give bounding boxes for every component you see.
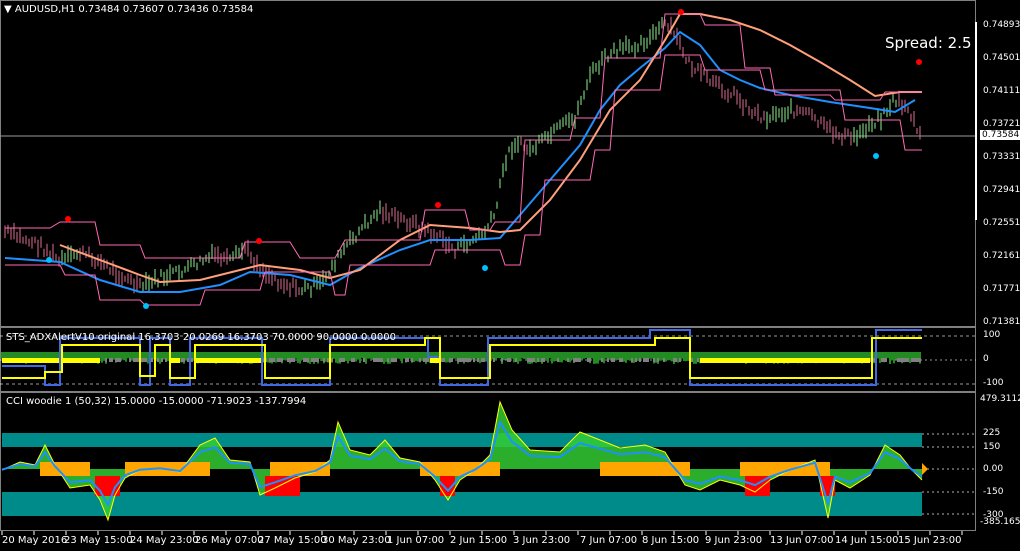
moving-averages (4, 9, 922, 309)
time-label: 13 Jun 07:00 (770, 535, 834, 546)
channel-lower-line (5, 54, 922, 306)
price-tick: 0.71771 (983, 284, 1020, 294)
time-label: 8 Jun 15:00 (642, 535, 700, 546)
time-label: 7 Jun 07:00 (580, 535, 638, 546)
buy-signal-dot (143, 303, 149, 309)
cci-lower-band (2, 492, 922, 516)
time-label: 20 May 2016 (2, 535, 68, 546)
adx-title: STS_ADXAlertV10 original 16.3703 20.0269… (6, 332, 396, 343)
price-tick: 0.74501 (983, 53, 1020, 63)
cci-tick: -385.1651 (980, 517, 1020, 527)
time-label: 26 May 07:00 (195, 535, 264, 546)
sell-signal-dot (916, 59, 922, 65)
cci-tick: 0.00 (983, 464, 1004, 474)
time-label: 9 Jun 23:00 (705, 535, 763, 546)
time-label: 14 Jun 15:00 (835, 535, 899, 546)
buy-signal-dot (482, 265, 488, 271)
time-label: 15 Jun 23:00 (898, 535, 962, 546)
adx-yellow-block (430, 358, 440, 363)
current-price-badge: 0.73584 (980, 130, 1020, 140)
adx-tick: 0 (983, 354, 989, 364)
price-tick: 0.74111 (983, 86, 1020, 96)
time-label: 30 May 23:00 (322, 535, 391, 546)
price-tick: 0.72161 (983, 251, 1020, 261)
adx-tick: -100 (983, 378, 1004, 388)
menu-arrow-icon[interactable]: ▼ (4, 4, 12, 15)
price-tick: 0.71381 (983, 317, 1020, 327)
price-scale-marker (975, 22, 977, 220)
ma-blue-line (4, 30, 916, 293)
cci-tick: 150 (983, 442, 1001, 452)
symbol-ohlc: AUDUSD,H1 0.73484 0.73607 0.73436 0.7358… (14, 4, 254, 15)
sell-signal-dot (65, 216, 71, 222)
cci-orange-zone (40, 462, 90, 476)
sell-signal-dot (256, 238, 262, 244)
cci-end-marker (922, 463, 928, 475)
spread-label: Spread: 2.5 (885, 34, 972, 52)
cci-tick: 479.3112 (980, 394, 1020, 404)
price-tick: 0.73721 (983, 119, 1020, 129)
price-tick: 0.73331 (983, 152, 1020, 162)
adx-yellow-block (2, 358, 60, 363)
price-tick: 0.72551 (983, 218, 1020, 228)
time-label: 23 May 15:00 (64, 535, 133, 546)
ma-orange-line (59, 13, 922, 284)
time-label: 24 May 23:00 (130, 535, 199, 546)
chart-canvas[interactable] (0, 0, 1020, 551)
adx-yellow-block (195, 358, 262, 363)
adx-tick: 100 (983, 330, 1001, 340)
cci-title: CCI woodie 1 (50,32) 15.0000 -15.0000 -7… (6, 396, 307, 407)
price-tick: 0.74893 (983, 20, 1020, 30)
time-label: 2 Jun 15:00 (450, 535, 508, 546)
cci-tick: -150 (983, 487, 1004, 497)
sell-signal-dot (678, 9, 684, 15)
adx-yellow-block (170, 358, 180, 363)
time-label: 1 Jun 07:00 (387, 535, 445, 546)
chart-title: ▼ AUDUSD,H1 0.73484 0.73607 0.73436 0.73… (4, 4, 253, 15)
time-label: 27 May 15:00 (258, 535, 327, 546)
cci-bands (2, 402, 922, 520)
price-bars (4, 16, 921, 298)
cci-tick: 225 (983, 428, 1001, 438)
buy-signal-dot (46, 257, 52, 263)
adx-yellow-block (60, 358, 100, 363)
cci-upper-band (2, 433, 922, 447)
sell-signal-dot (435, 202, 441, 208)
adx-yellow-block (700, 358, 870, 363)
time-label: 3 Jun 23:00 (513, 535, 571, 546)
buy-signal-dot (873, 153, 879, 159)
price-tick: 0.72941 (983, 185, 1020, 195)
